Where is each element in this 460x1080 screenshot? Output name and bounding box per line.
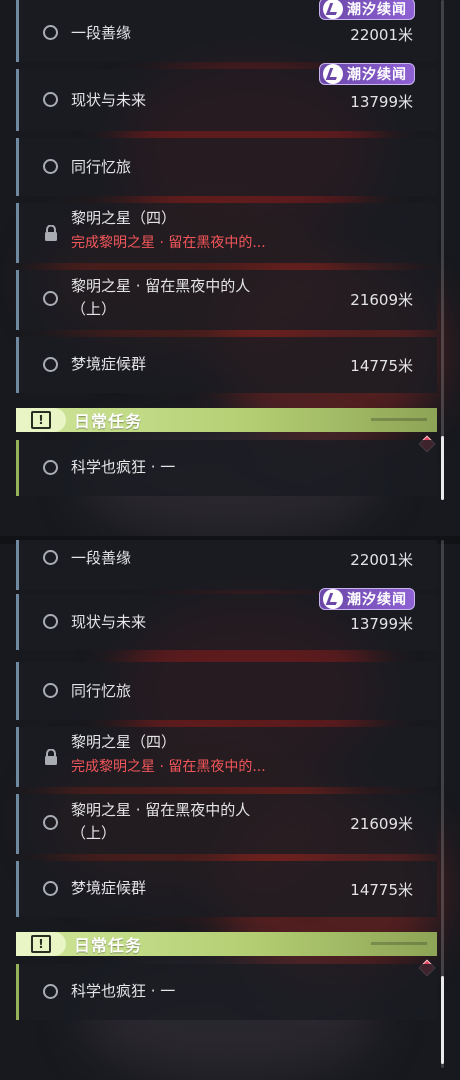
quest-row[interactable]: 一段善缘 22001米 潮汐续闻 [16, 0, 437, 62]
scrollbar-track[interactable] [441, 0, 444, 500]
quest-title: 同行忆旅 [71, 158, 132, 176]
quest-row-locked[interactable]: 黎明之星（四） 完成黎明之星 · 留在黑夜中的... [16, 727, 437, 787]
quest-status-icon [43, 881, 58, 896]
quest-row[interactable]: 现状与未来 13799米 潮汐续闻 [16, 588, 437, 650]
quest-unlock-requirement: 完成黎明之星 · 留在黑夜中的... [71, 759, 266, 775]
tide-sequel-badge: 潮汐续闻 [319, 0, 415, 20]
quest-row-locked[interactable]: 黎明之星（四） 完成黎明之星 · 留在黑夜中的... [16, 203, 437, 263]
tide-sequel-badge: 潮汐续闻 [319, 588, 415, 610]
quest-distance: 13799米 [350, 93, 413, 111]
exclamation-icon: ! [16, 932, 66, 956]
daily-task-row[interactable]: 科学也疯狂 · 一 [16, 964, 437, 1020]
quest-title: 黎明之星（四） [71, 733, 177, 751]
quest-title: 现状与未来 [71, 613, 147, 631]
daily-tasks-title: 日常任务 [74, 412, 143, 431]
quest-status-icon [43, 550, 58, 565]
lock-icon [45, 225, 57, 241]
quest-status-icon [43, 614, 58, 629]
quest-status-icon [43, 984, 58, 999]
quest-title: 同行忆旅 [71, 682, 132, 700]
header-decoration [371, 942, 427, 945]
quest-title-line2: （上） [71, 824, 117, 842]
quest-status-icon [43, 683, 58, 698]
quest-list-panel-top: 一段善缘 22001米 潮汐续闻 现状与未来 13799米 潮汐续闻 同行忆旅 … [0, 0, 460, 540]
quest-row[interactable]: 同行忆旅 [16, 138, 437, 196]
tide-logo-icon [323, 64, 343, 84]
quest-title: 梦境症候群 [71, 355, 147, 373]
tide-logo-icon [323, 0, 343, 19]
daily-tasks-header[interactable]: ! 日常任务 [16, 932, 437, 956]
quest-status-icon [43, 159, 58, 174]
quest-row[interactable]: 梦境症候群 14775米 [16, 337, 437, 393]
quest-distance: 22001米 [350, 551, 413, 569]
daily-tasks-title: 日常任务 [74, 936, 143, 955]
quest-title: 一段善缘 [71, 24, 132, 42]
quest-title: 一段善缘 [71, 549, 132, 567]
quest-distance: 14775米 [350, 357, 413, 375]
quest-title: 黎明之星（四） [71, 209, 177, 227]
quest-distance: 21609米 [350, 815, 413, 833]
quest-title: 现状与未来 [71, 91, 147, 109]
quest-distance: 21609米 [350, 291, 413, 309]
quest-row[interactable]: 现状与未来 13799米 潮汐续闻 [16, 63, 437, 131]
quest-unlock-requirement: 完成黎明之星 · 留在黑夜中的... [71, 235, 266, 251]
quest-status-icon [43, 815, 58, 830]
daily-tasks-header[interactable]: ! 日常任务 [16, 408, 437, 432]
quest-title: 梦境症候群 [71, 879, 147, 897]
quest-row[interactable]: 梦境症候群 14775米 [16, 861, 437, 917]
quest-row[interactable]: 黎明之星 · 留在黑夜中的人 （上） 21609米 [16, 794, 437, 854]
quest-title: 科学也疯狂 · 一 [71, 982, 176, 1000]
quest-title: 科学也疯狂 · 一 [71, 458, 176, 476]
exclamation-icon: ! [16, 408, 66, 432]
quest-title-line2: （上） [71, 300, 117, 318]
quest-row[interactable]: 一段善缘 22001米 [16, 540, 437, 590]
quest-status-icon [43, 460, 58, 475]
daily-task-row[interactable]: 科学也疯狂 · 一 [16, 440, 437, 496]
quest-title-line1: 黎明之星 · 留在黑夜中的人 [71, 801, 251, 819]
quest-status-icon [43, 357, 58, 372]
scrollbar-thumb[interactable] [441, 436, 444, 500]
tide-sequel-badge: 潮汐续闻 [319, 63, 415, 85]
quest-title-line1: 黎明之星 · 留在黑夜中的人 [71, 277, 251, 295]
quest-status-icon [43, 25, 58, 40]
scrollbar-thumb[interactable] [441, 976, 444, 1064]
quest-row[interactable]: 同行忆旅 [16, 662, 437, 720]
quest-distance: 22001米 [350, 26, 413, 44]
quest-status-icon [43, 92, 58, 107]
quest-row[interactable]: 黎明之星 · 留在黑夜中的人 （上） 21609米 [16, 270, 437, 330]
quest-list-panel-bottom: 一段善缘 22001米 现状与未来 13799米 潮汐续闻 同行忆旅 黎明之星（… [0, 540, 460, 1080]
quest-distance: 14775米 [350, 881, 413, 899]
lock-icon [45, 749, 57, 765]
header-decoration [371, 418, 427, 421]
quest-status-icon [43, 291, 58, 306]
tide-logo-icon [323, 589, 343, 609]
quest-distance: 13799米 [350, 615, 413, 633]
